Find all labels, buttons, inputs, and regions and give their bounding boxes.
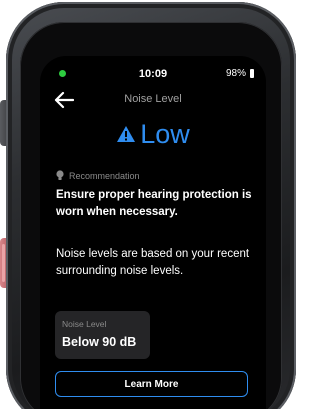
- recommendation-header: Recommendation: [56, 170, 140, 181]
- noise-level-card-value: Below 90 dB: [62, 335, 137, 349]
- noise-level-value: Low: [140, 119, 190, 149]
- warning-triangle-icon: [117, 126, 136, 142]
- recommendation-text: Ensure proper hearing protection is worn…: [56, 189, 252, 218]
- recommendation-description: Noise levels are based on your recent su…: [56, 248, 250, 277]
- watch-screen: 10:09 98% Noise Level Low Recommendation: [40, 56, 266, 409]
- noise-level-card: Noise Level Below 90 dB: [55, 311, 150, 359]
- noise-level-status: Low: [40, 118, 266, 150]
- page-title: Noise Level: [124, 93, 182, 105]
- learn-more-button[interactable]: Learn More: [55, 371, 248, 397]
- lightbulb-icon: [56, 170, 64, 180]
- device-frame: 10:09 98% Noise Level Low Recommendation: [0, 0, 296, 409]
- battery-icon: [250, 69, 254, 78]
- noise-level-card-label: Noise Level: [62, 319, 107, 329]
- battery-percent: 98%: [225, 68, 246, 79]
- recommendation-label: Recommendation: [69, 170, 140, 181]
- status-bar: 10:09 98%: [40, 68, 266, 82]
